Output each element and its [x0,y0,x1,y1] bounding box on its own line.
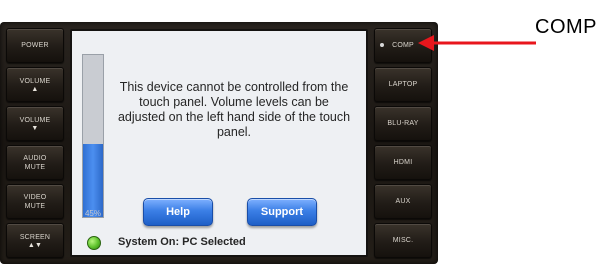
volume-down-button[interactable]: VOLUME ▼ [6,106,64,141]
callout-label: COMP [535,16,597,38]
video-mute-button[interactable]: VIDEO MUTE [6,184,64,219]
power-button[interactable]: POWER [6,28,64,63]
aux-label: AUX [395,198,411,205]
hdmi-source-button[interactable]: HDMI [374,145,432,180]
touch-screen: 45% This device cannot be controlled fro… [70,29,368,257]
comp-label: COMP [392,42,414,49]
screen-button[interactable]: SCREEN ▲▼ [6,223,64,258]
up-down-arrows-icon: ▲▼ [27,241,43,249]
video-mute-label: VIDEO MUTE [23,193,47,210]
arrow-up-icon: ▲ [31,85,39,93]
status-text: System On: PC Selected [118,236,246,248]
bluray-source-button[interactable]: BLU-RAY [374,106,432,141]
misc-source-button[interactable]: MISC. [374,223,432,258]
help-button[interactable]: Help [143,198,213,226]
volume-up-button[interactable]: VOLUME ▲ [6,67,64,102]
arrow-down-icon: ▼ [31,124,39,132]
laptop-label: LAPTOP [388,81,418,88]
left-button-column: POWER VOLUME ▲ VOLUME ▼ AUDIO MUTE VIDEO… [6,28,64,258]
right-button-column: COMP LAPTOP BLU-RAY HDMI AUX MISC. [374,28,432,258]
volume-up-label: VOLUME [19,77,51,85]
audio-mute-label: AUDIO MUTE [23,154,47,171]
stage: POWER VOLUME ▲ VOLUME ▼ AUDIO MUTE VIDEO… [0,0,605,268]
power-button-label: POWER [21,42,49,49]
volume-percent: 45% [84,209,101,218]
touch-panel-device: POWER VOLUME ▲ VOLUME ▼ AUDIO MUTE VIDEO… [0,22,438,264]
info-message: This device cannot be controlled from th… [117,80,351,139]
screen-label: SCREEN [19,233,51,241]
bluray-label: BLU-RAY [387,120,419,127]
audio-mute-button[interactable]: AUDIO MUTE [6,145,64,180]
status-led-icon [87,236,101,250]
volume-meter [82,54,104,218]
volume-down-label: VOLUME [19,116,51,124]
misc-label: MISC. [392,237,414,244]
volume-meter-fill [83,144,103,217]
laptop-source-button[interactable]: LAPTOP [374,67,432,102]
aux-source-button[interactable]: AUX [374,184,432,219]
hdmi-label: HDMI [393,159,413,166]
selected-indicator-icon [380,43,384,47]
support-button[interactable]: Support [247,198,317,226]
callout-arrow-icon [418,35,536,51]
